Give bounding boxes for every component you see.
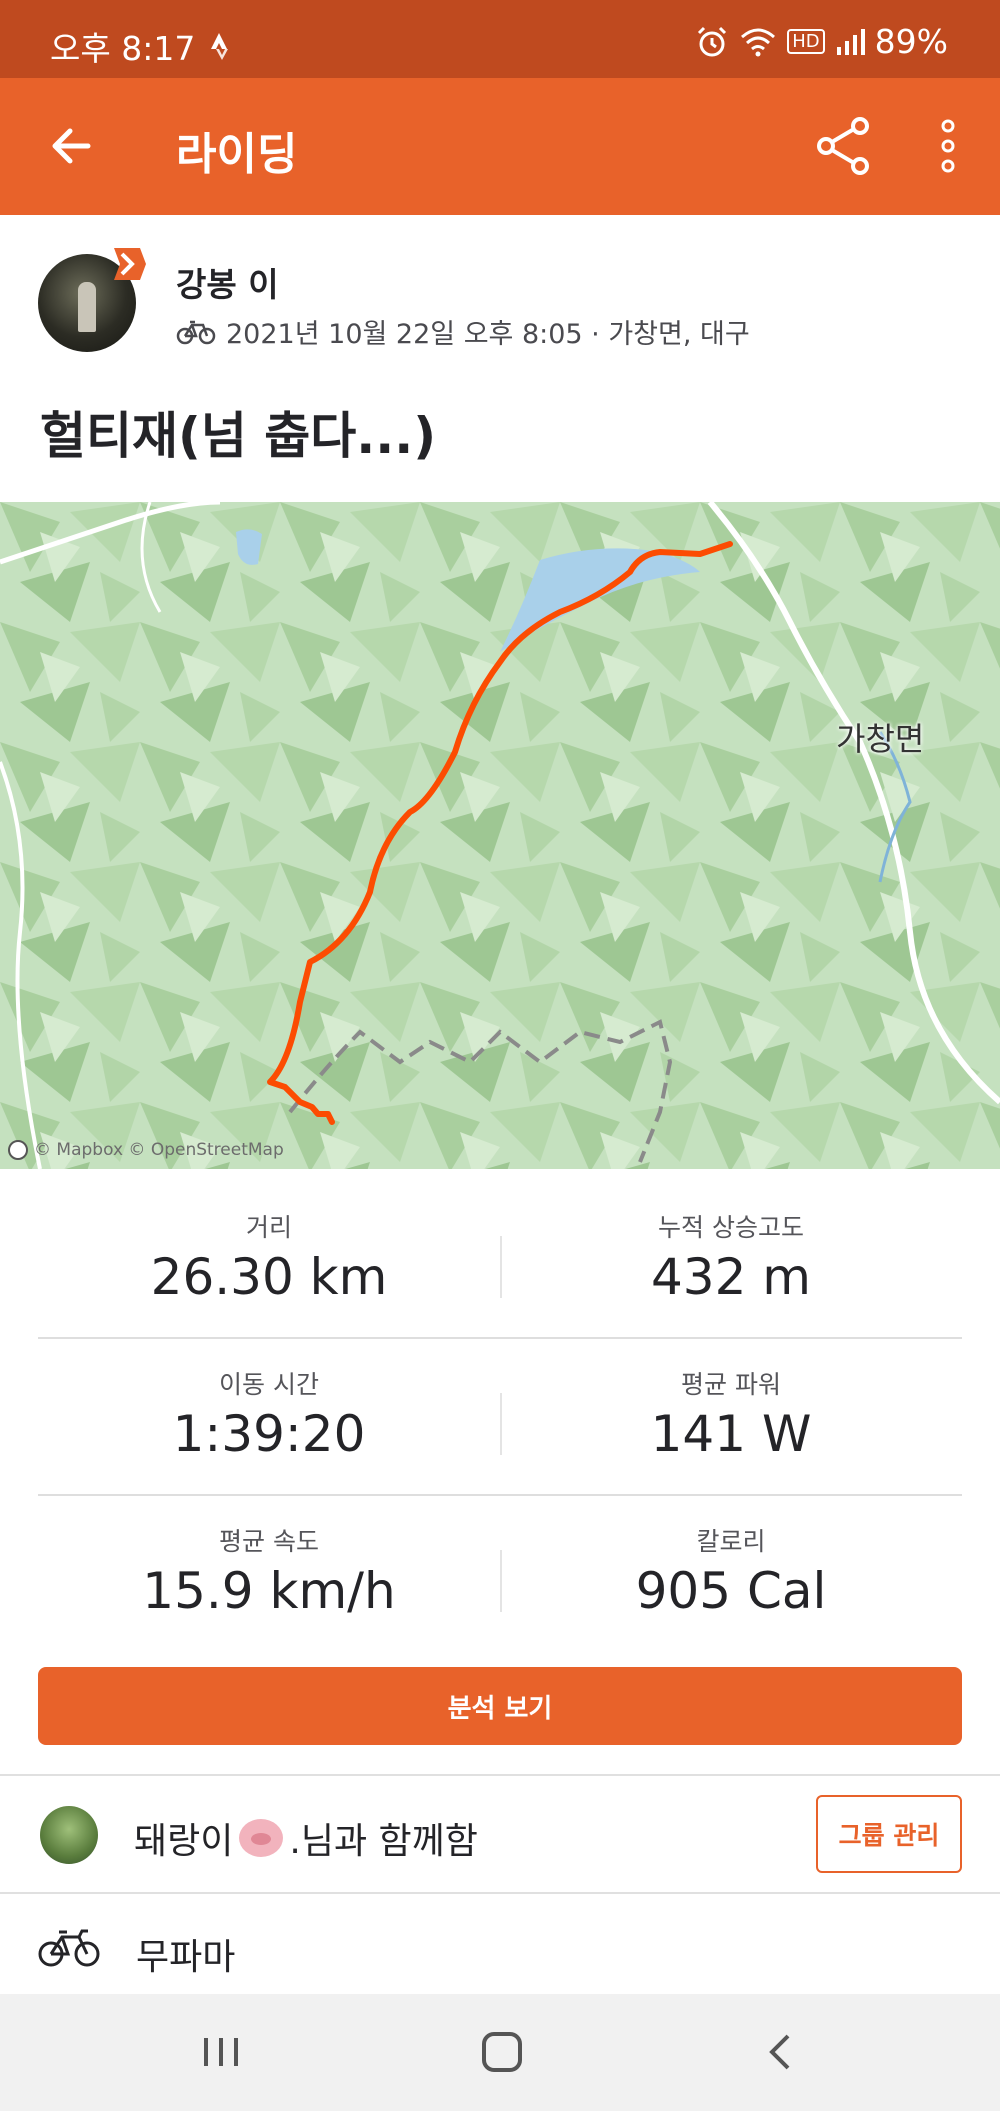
stat-label: 누적 상승고도: [658, 1213, 804, 1242]
home-icon[interactable]: [474, 2024, 530, 2080]
map-attribution: © Mapbox © OpenStreetMap: [8, 1140, 284, 1160]
view-analysis-button[interactable]: 분석 보기: [38, 1667, 962, 1745]
activity-date-location: 2021년 10월 22일 오후 8:05 · 가창면, 대구: [226, 319, 750, 350]
stats-row: 거리 26.30 km 누적 상승고도 432 m: [38, 1182, 962, 1339]
system-nav-bar: [0, 1994, 1000, 2111]
stat-label: 평균 파워: [681, 1370, 781, 1399]
stat-value: 905 Cal: [635, 1562, 827, 1620]
bike-icon: [38, 1929, 100, 1967]
stat-distance: 거리 26.30 km: [38, 1208, 500, 1306]
bike-icon: [176, 320, 216, 344]
stat-avg-speed: 평균 속도 15.9 km/h: [38, 1522, 500, 1620]
group-suffix: .님과 함께함: [289, 1821, 478, 1862]
stat-value: 26.30 km: [150, 1248, 388, 1306]
map-attribution-text: © Mapbox © OpenStreetMap: [34, 1140, 284, 1160]
stat-label: 칼로리: [696, 1527, 766, 1556]
stat-moving-time: 이동 시간 1:39:20: [38, 1365, 500, 1463]
status-time: 오후 8:17: [50, 29, 196, 68]
stat-value: 1:39:20: [172, 1405, 366, 1463]
athlete-name[interactable]: 강봉 이: [176, 258, 279, 306]
manage-group-button[interactable]: 그룹 관리: [816, 1795, 962, 1873]
gear-row[interactable]: 무파마: [0, 1894, 1000, 1994]
athlete-header: 강봉 이 2021년 10월 22일 오후 8:05 · 가창면, 대구: [38, 248, 958, 360]
status-bar: 오후 8:17 HD 89%: [0, 0, 1000, 78]
map-terrain: [0, 502, 1000, 1169]
stat-value: 15.9 km/h: [142, 1562, 396, 1620]
group-member-name: 돼랑이: [134, 1821, 234, 1862]
stats-row: 평균 속도 15.9 km/h 칼로리 905 Cal: [38, 1496, 962, 1653]
stat-value: 432 m: [650, 1248, 812, 1306]
stats-row: 이동 시간 1:39:20 평균 파워 141 W: [38, 1339, 962, 1496]
map-place-label: 가창면: [836, 720, 925, 758]
stat-value: 141 W: [650, 1405, 812, 1463]
mapbox-logo-icon: [8, 1140, 28, 1160]
stat-label: 이동 시간: [219, 1370, 319, 1399]
route-map[interactable]: 가창면 © Mapbox © OpenStreetMap: [0, 502, 1000, 1169]
group-activity-row[interactable]: 돼랑이 .님과 함께함 그룹 관리: [0, 1776, 1000, 1892]
subscriber-badge-icon: [114, 248, 146, 280]
alarm-icon: [698, 26, 727, 56]
stat-calories: 칼로리 905 Cal: [500, 1522, 962, 1620]
strava-notification-icon: [211, 33, 229, 60]
signal-icon: [836, 28, 865, 55]
activity-stats: 거리 26.30 km 누적 상승고도 432 m 이동 시간 1:39:20 …: [38, 1182, 962, 1653]
activity-meta: 2021년 10월 22일 오후 8:05 · 가창면, 대구: [176, 312, 750, 351]
wifi-icon: [741, 28, 776, 56]
gear-name: 무파마: [136, 1937, 236, 1978]
status-right: HD 89%: [695, 22, 948, 61]
stat-label: 거리: [245, 1213, 292, 1242]
stat-label: 평균 속도: [219, 1527, 319, 1556]
status-left: 오후 8:17: [50, 22, 235, 70]
hd-voice-icon: HD: [787, 29, 825, 54]
share-icon[interactable]: [812, 114, 876, 178]
more-options-icon[interactable]: [926, 114, 970, 178]
stat-avg-power: 평균 파워 141 W: [500, 1365, 962, 1463]
app-bar: 라이딩: [0, 78, 1000, 215]
pig-face-icon: [239, 1819, 284, 1857]
group-activity-text: 돼랑이 .님과 함께함: [134, 1812, 478, 1864]
back-nav-icon[interactable]: [756, 2024, 806, 2080]
group-member-avatar[interactable]: [40, 1806, 98, 1864]
battery-percent: 89%: [874, 22, 948, 61]
page-title: 라이딩: [176, 129, 298, 180]
recent-apps-icon[interactable]: [196, 2024, 246, 2080]
back-arrow-icon[interactable]: [40, 114, 104, 178]
stat-elevation-gain: 누적 상승고도 432 m: [500, 1208, 962, 1306]
activity-title: 헐티재(넘 춥다...): [40, 407, 437, 465]
